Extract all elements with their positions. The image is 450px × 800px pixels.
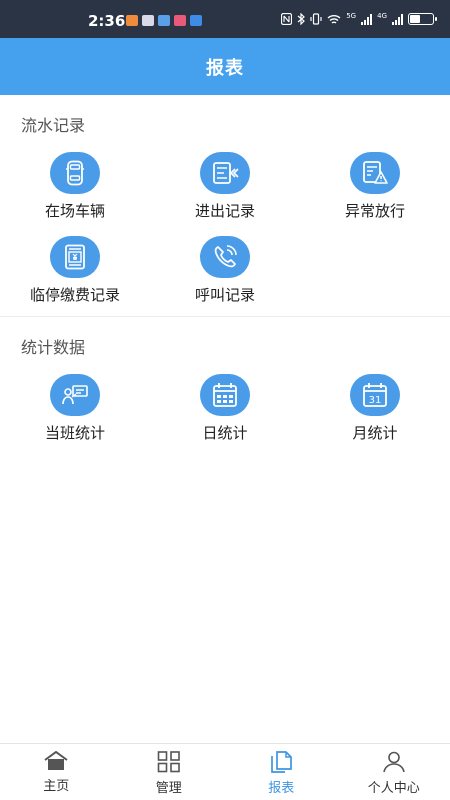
status-bar: 2:36 5G 4G [0, 0, 450, 38]
shift-stats-icon [50, 374, 100, 416]
entry-exit-list-icon [200, 152, 250, 194]
bluetooth-icon [297, 13, 306, 25]
person-icon [382, 751, 405, 773]
vibrate-icon [310, 13, 322, 25]
tab-reports[interactable]: 报表 [225, 744, 338, 800]
grid-item-abnormal-release[interactable]: 异常放行 [300, 152, 450, 221]
grid-item-temporary-parking-payment[interactable]: 临停缴费记录 [0, 236, 150, 305]
grid-item-label: 异常放行 [344, 202, 405, 220]
calendar-day-icon [200, 374, 250, 416]
notification-icons [126, 15, 202, 26]
grid-item-monthly-statistics[interactable]: 31 月统计 [300, 374, 450, 443]
grid-item-label: 进出记录 [194, 202, 255, 220]
page-title: 报表 [206, 57, 244, 79]
grid-item-label: 月统计 [352, 424, 398, 442]
nfc-icon [281, 13, 293, 25]
status-time: 2:36 [88, 12, 126, 30]
grid-item-shift-statistics[interactable]: 当班统计 [0, 374, 150, 443]
screen: 2:36 5G 4G 报表 流水记录 在场车辆 进出记录 异常放行 临停缴费记录… [0, 0, 450, 800]
network-4g-label: 4G [377, 12, 387, 20]
grid-item-label: 临停缴费记录 [29, 286, 120, 304]
section-title-statistics: 统计数据 [21, 338, 86, 357]
grid-item-vehicles-on-site[interactable]: 在场车辆 [0, 152, 150, 221]
phone-call-icon [200, 236, 250, 278]
app-header: 报表 [0, 38, 450, 95]
app-notification-icon [142, 15, 154, 26]
grid-item-label: 当班统计 [44, 424, 105, 442]
bottom-tab-bar: 主页 管理 报表 个人中心 [0, 743, 450, 800]
tab-personal-center[interactable]: 个人中心 [338, 744, 450, 800]
grid-item-daily-statistics[interactable]: 日统计 [150, 374, 300, 443]
wifi-icon [327, 14, 341, 24]
signal-4g-icon [392, 13, 403, 25]
tab-management[interactable]: 管理 [113, 744, 226, 800]
grid-item-call-records[interactable]: 呼叫记录 [150, 236, 300, 305]
warning-list-icon [350, 152, 400, 194]
section-divider [0, 316, 450, 317]
battery-fill [410, 15, 420, 23]
network-5g-label: 5G [346, 12, 357, 20]
report-icon [271, 751, 293, 773]
tab-label: 主页 [43, 779, 70, 794]
tab-home[interactable]: 主页 [0, 744, 113, 800]
section-title-flow-records: 流水记录 [21, 116, 86, 135]
home-icon [44, 751, 68, 770]
grid-icon [157, 751, 180, 773]
grid-item-label: 呼叫记录 [194, 286, 255, 304]
payment-receipt-icon [50, 236, 100, 278]
car-icon [50, 152, 100, 194]
tab-label: 管理 [155, 781, 182, 796]
message-notification-icon [126, 15, 138, 26]
cloud-notification-icon [190, 15, 202, 26]
calendar-month-badge: 31 [369, 395, 382, 406]
grid-item-entry-exit-records[interactable]: 进出记录 [150, 152, 300, 221]
tab-label: 个人中心 [367, 781, 420, 796]
grid-item-label: 在场车辆 [44, 202, 105, 220]
signal-5g-icon [361, 13, 373, 25]
store-notification-icon [174, 15, 186, 26]
system-icons: 5G 4G [281, 12, 437, 25]
calendar-month-icon: 31 [350, 374, 400, 416]
image-notification-icon [158, 15, 170, 26]
grid-item-label: 日统计 [202, 424, 248, 442]
tab-label: 报表 [268, 781, 295, 796]
battery-icon [408, 13, 437, 25]
